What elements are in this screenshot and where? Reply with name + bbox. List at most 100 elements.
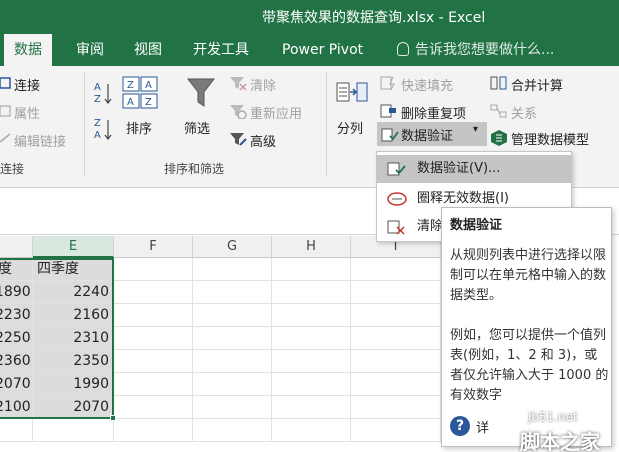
column-header-h[interactable]: H — [272, 236, 351, 258]
filter-button[interactable]: 筛选 — [184, 118, 210, 137]
grid-cell[interactable] — [114, 327, 193, 350]
consolidate-icon — [490, 76, 507, 90]
grid-cell[interactable] — [114, 373, 193, 396]
grid-cell[interactable] — [193, 396, 272, 419]
svg-text:Z: Z — [94, 118, 101, 129]
grid-cell[interactable] — [272, 327, 351, 350]
grid-cell[interactable] — [351, 396, 441, 419]
grid-cell[interactable] — [272, 350, 351, 373]
grid-cell[interactable] — [272, 373, 351, 396]
chevron-down-icon[interactable]: ▾ — [473, 124, 478, 135]
ribbon-tabs: 数据 审阅 视图 开发工具 Power Pivot 告诉我您想要做什么... — [0, 34, 619, 66]
grid-cell[interactable] — [193, 281, 272, 304]
clear-button[interactable]: 清除 — [250, 75, 276, 94]
grid-cell[interactable]: 四季度 — [33, 258, 114, 281]
grid-cell[interactable] — [114, 350, 193, 373]
tab-developer[interactable]: 开发工具 — [193, 34, 249, 66]
grid-cell[interactable]: 2070 — [33, 396, 114, 419]
grid-cell[interactable]: 1990 — [33, 373, 114, 396]
grid-cell[interactable] — [193, 327, 272, 350]
fill-handle[interactable] — [110, 415, 116, 421]
help-icon[interactable]: ? — [450, 416, 470, 436]
reapply-button[interactable]: 重新应用 — [250, 103, 302, 122]
grid-cell[interactable] — [351, 327, 441, 350]
grid-cell[interactable]: 2360 — [0, 350, 33, 373]
grid-cell[interactable]: 度 — [0, 258, 33, 281]
grid-cell[interactable] — [193, 373, 272, 396]
sort-button[interactable]: 排序 — [126, 118, 152, 137]
grid-cell[interactable] — [351, 304, 441, 327]
grid-cell[interactable]: 2240 — [33, 281, 114, 304]
tab-power-pivot[interactable]: Power Pivot — [282, 34, 363, 66]
group-separator — [84, 72, 85, 176]
column-header-d-partial[interactable] — [0, 236, 33, 258]
title-bar: 带聚焦效果的数据查询.xlsx - Excel — [0, 0, 619, 34]
tab-review[interactable]: 审阅 — [76, 34, 104, 66]
grid-cell[interactable] — [114, 258, 193, 281]
grid-cell[interactable]: 2250 — [0, 327, 33, 350]
grid-cell[interactable]: 2100 — [0, 396, 33, 419]
remove-duplicates-button[interactable]: 删除重复项 — [401, 103, 466, 122]
grid-cell[interactable] — [114, 304, 193, 327]
grid-cell[interactable] — [193, 350, 272, 373]
column-header-f[interactable]: F — [114, 236, 193, 258]
column-header-e[interactable]: E — [33, 236, 114, 258]
grid-cell[interactable] — [272, 396, 351, 419]
data-validation-split-button[interactable]: 数据验证 ▾ — [377, 122, 487, 146]
grid-cell[interactable] — [351, 373, 441, 396]
filter-funnel-icon — [186, 78, 216, 107]
svg-text:A: A — [145, 80, 152, 91]
tell-me-text: 告诉我您想要做什么... — [415, 42, 555, 58]
grid-cell[interactable] — [193, 304, 272, 327]
grid-cell[interactable] — [351, 350, 441, 373]
grid-cell[interactable] — [33, 419, 114, 442]
tab-view[interactable]: 视图 — [134, 34, 162, 66]
svg-text:A: A — [94, 82, 101, 93]
reapply-icon — [230, 105, 247, 119]
svg-text:Z: Z — [145, 97, 152, 108]
tab-data[interactable]: 数据 — [4, 34, 52, 66]
relationships-button[interactable]: 关系 — [511, 103, 537, 122]
edit-links-button[interactable]: 编辑链接 — [14, 131, 66, 150]
tooltip-body: 从规则列表中进行选择以限制可以在单元格中输入的数据类型。 例如，您可以提供一个值… — [450, 246, 610, 426]
grid-cell[interactable] — [272, 304, 351, 327]
properties-button[interactable]: 属性 — [14, 103, 40, 122]
manage-data-model-button[interactable]: 管理数据模型 — [511, 129, 589, 148]
grid-cell[interactable]: 2160 — [33, 304, 114, 327]
grid-cell[interactable] — [114, 396, 193, 419]
grid-cell[interactable] — [351, 258, 441, 281]
connections-button[interactable]: 连接 — [14, 75, 40, 94]
grid-cell[interactable] — [351, 419, 441, 442]
manage-data-model-icon — [491, 130, 507, 146]
text-to-columns-button[interactable]: 分列 — [337, 118, 363, 137]
sort-ascending-icon[interactable]: A Z — [94, 80, 112, 106]
column-header-g[interactable]: G — [193, 236, 272, 258]
watermark-site: jb51.net — [528, 410, 578, 424]
flash-fill-button[interactable]: 快速填充 — [401, 75, 453, 94]
grid-cell[interactable]: 2070 — [0, 373, 33, 396]
sort-descending-icon[interactable]: Z A — [94, 116, 112, 142]
menu-item-data-validation[interactable]: 数据验证(V)... — [377, 155, 571, 183]
grid-cell[interactable] — [193, 419, 272, 442]
connections-icon — [0, 77, 11, 89]
connections-group-label: 连接 — [0, 162, 25, 176]
grid-cell[interactable]: 1890 — [0, 281, 33, 304]
tell-me-box[interactable]: 告诉我您想要做什么... — [397, 34, 554, 66]
grid-cell[interactable]: 2350 — [33, 350, 114, 373]
advanced-filter-icon — [230, 133, 247, 146]
advanced-button[interactable]: 高级 — [250, 131, 276, 150]
grid-cell[interactable] — [114, 281, 193, 304]
remove-duplicates-icon — [380, 104, 396, 118]
consolidate-button[interactable]: 合并计算 — [511, 75, 563, 94]
lightbulb-icon — [397, 42, 409, 56]
grid-cell[interactable] — [0, 419, 33, 442]
tooltip-help-link[interactable]: 详 — [476, 417, 489, 436]
grid-cell[interactable] — [272, 281, 351, 304]
grid-cell[interactable] — [272, 258, 351, 281]
grid-cell[interactable] — [114, 419, 193, 442]
grid-cell[interactable] — [351, 281, 441, 304]
grid-cell[interactable]: 2310 — [33, 327, 114, 350]
grid-cell[interactable] — [193, 258, 272, 281]
grid-cell[interactable] — [272, 419, 351, 442]
grid-cell[interactable]: 2230 — [0, 304, 33, 327]
